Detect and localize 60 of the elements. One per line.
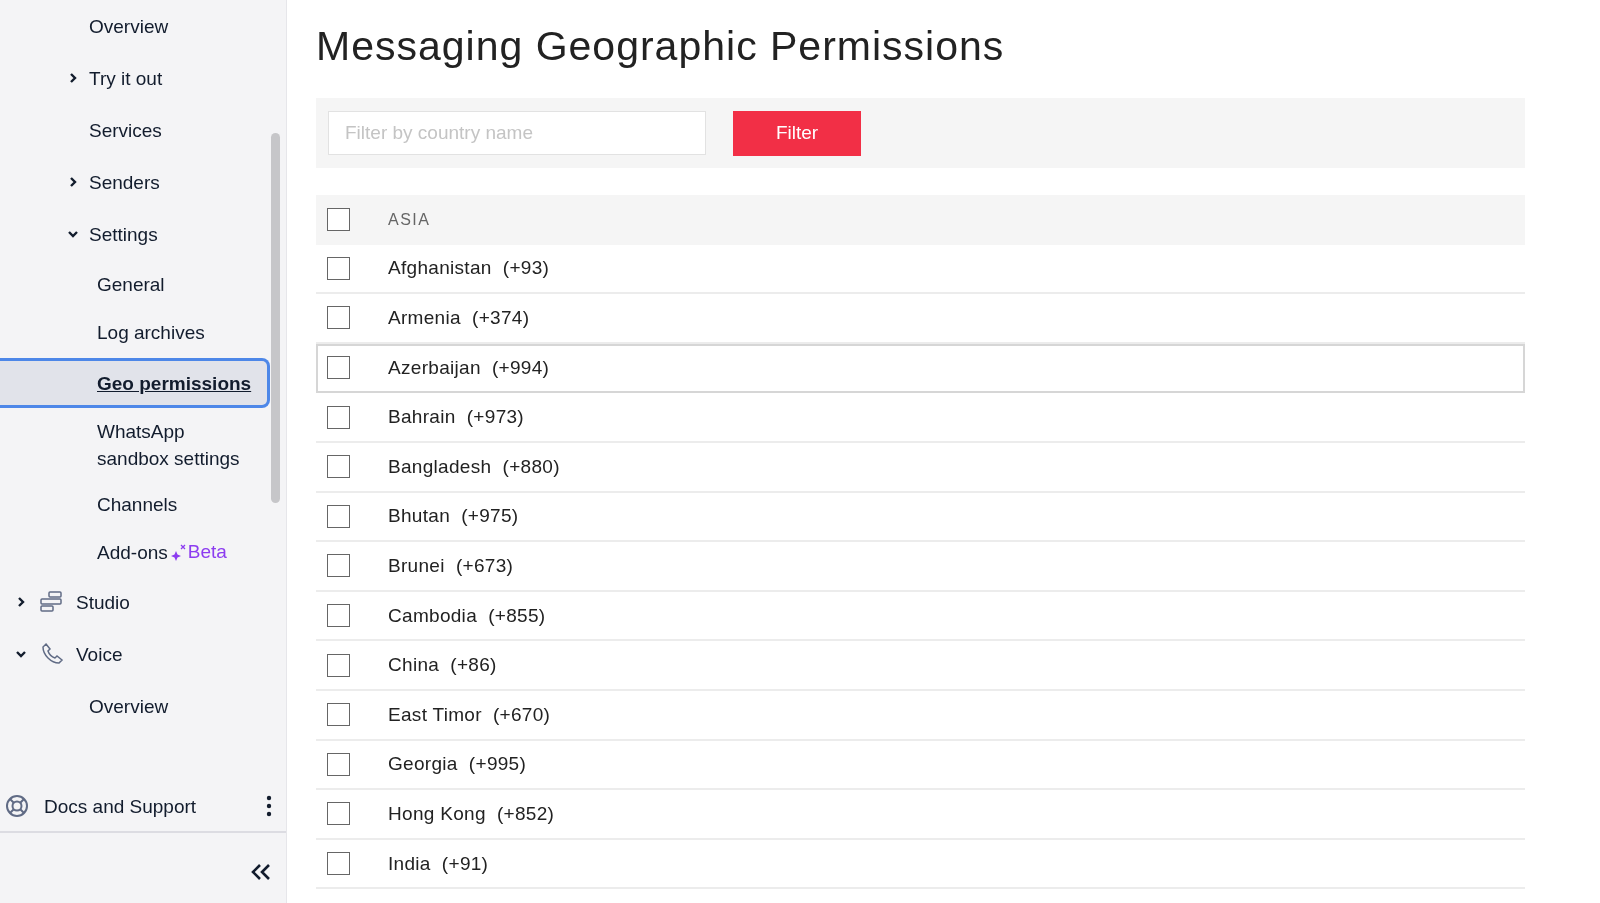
checkbox[interactable] bbox=[327, 802, 350, 826]
country-label: China (+86) bbox=[388, 654, 497, 677]
checkbox[interactable] bbox=[327, 604, 350, 628]
page-title: Messaging Geographic Permissions bbox=[316, 22, 1006, 71]
region-label: ASIA bbox=[388, 210, 431, 229]
checkbox[interactable] bbox=[327, 752, 350, 776]
checkbox[interactable] bbox=[327, 554, 350, 578]
nav-link[interactable]: Services bbox=[89, 116, 162, 144]
checkbox[interactable] bbox=[327, 852, 350, 875]
nav-link[interactable]: Voice bbox=[76, 640, 123, 668]
beta-label: Beta bbox=[169, 541, 227, 563]
country-label: Georgia (+995) bbox=[388, 753, 527, 776]
chevron-right-icon[interactable] bbox=[17, 596, 25, 608]
collapse-sidebar-button[interactable] bbox=[250, 863, 272, 881]
country-label: Bangladesh (+880) bbox=[388, 455, 560, 478]
checkbox[interactable] bbox=[327, 356, 350, 380]
chevron-down-icon[interactable] bbox=[15, 650, 27, 658]
double-chevron-left-icon bbox=[250, 863, 272, 881]
nav-link[interactable]: Studio bbox=[76, 588, 130, 616]
nav-link[interactable]: Geo permissions bbox=[97, 369, 252, 397]
chevron-right-icon[interactable] bbox=[69, 176, 77, 188]
nav-link[interactable]: Add-ons bbox=[97, 538, 168, 566]
lifebuoy-icon bbox=[5, 794, 29, 818]
sparkle-icon bbox=[169, 543, 186, 561]
phone-icon bbox=[40, 642, 64, 666]
country-label: Bhutan (+975) bbox=[388, 505, 519, 528]
nav-link[interactable]: Log archives bbox=[97, 318, 205, 346]
country-label: Armenia (+374) bbox=[388, 307, 530, 329]
checkbox[interactable] bbox=[327, 504, 350, 528]
country-label: Cambodia (+855) bbox=[388, 604, 546, 627]
filter-button[interactable]: Filter bbox=[733, 110, 861, 156]
nav-link[interactable]: Settings bbox=[89, 220, 158, 248]
chevron-right-icon[interactable] bbox=[69, 72, 77, 84]
country-label: India (+91) bbox=[388, 852, 489, 875]
nav-link[interactable]: Try it out bbox=[89, 64, 163, 92]
nav-link[interactable]: General bbox=[97, 270, 165, 298]
country-label: Bahrain (+973) bbox=[388, 406, 524, 429]
checkbox[interactable] bbox=[327, 703, 350, 727]
nav-link[interactable]: Overview bbox=[89, 12, 169, 40]
flow-icon bbox=[40, 591, 64, 613]
country-label: Brunei (+673) bbox=[388, 554, 514, 577]
checkbox[interactable] bbox=[327, 306, 350, 330]
nav-link[interactable]: Overview bbox=[89, 692, 169, 720]
nav-link[interactable]: WhatsApp sandbox settings bbox=[97, 418, 257, 472]
chevron-down-icon[interactable] bbox=[67, 230, 79, 238]
nav-link[interactable]: Channels bbox=[97, 490, 178, 518]
docs-and-support-link[interactable]: Docs and Support bbox=[44, 792, 266, 820]
country-label: Azerbaijan (+994) bbox=[388, 356, 550, 379]
checkbox[interactable] bbox=[327, 208, 350, 232]
checkbox[interactable] bbox=[327, 405, 350, 429]
checkbox[interactable] bbox=[327, 653, 350, 677]
more-icon[interactable] bbox=[266, 795, 272, 817]
scrollbar[interactable] bbox=[271, 133, 280, 503]
nav-link[interactable]: Senders bbox=[89, 168, 160, 196]
checkbox[interactable] bbox=[327, 256, 350, 280]
country-label: Afghanistan (+93) bbox=[388, 257, 550, 280]
country-label: East Timor (+670) bbox=[388, 703, 551, 726]
country-label: Hong Kong (+852) bbox=[388, 802, 555, 825]
checkbox[interactable] bbox=[327, 455, 350, 479]
country-filter-field[interactable]: Filter by country name bbox=[328, 111, 706, 155]
